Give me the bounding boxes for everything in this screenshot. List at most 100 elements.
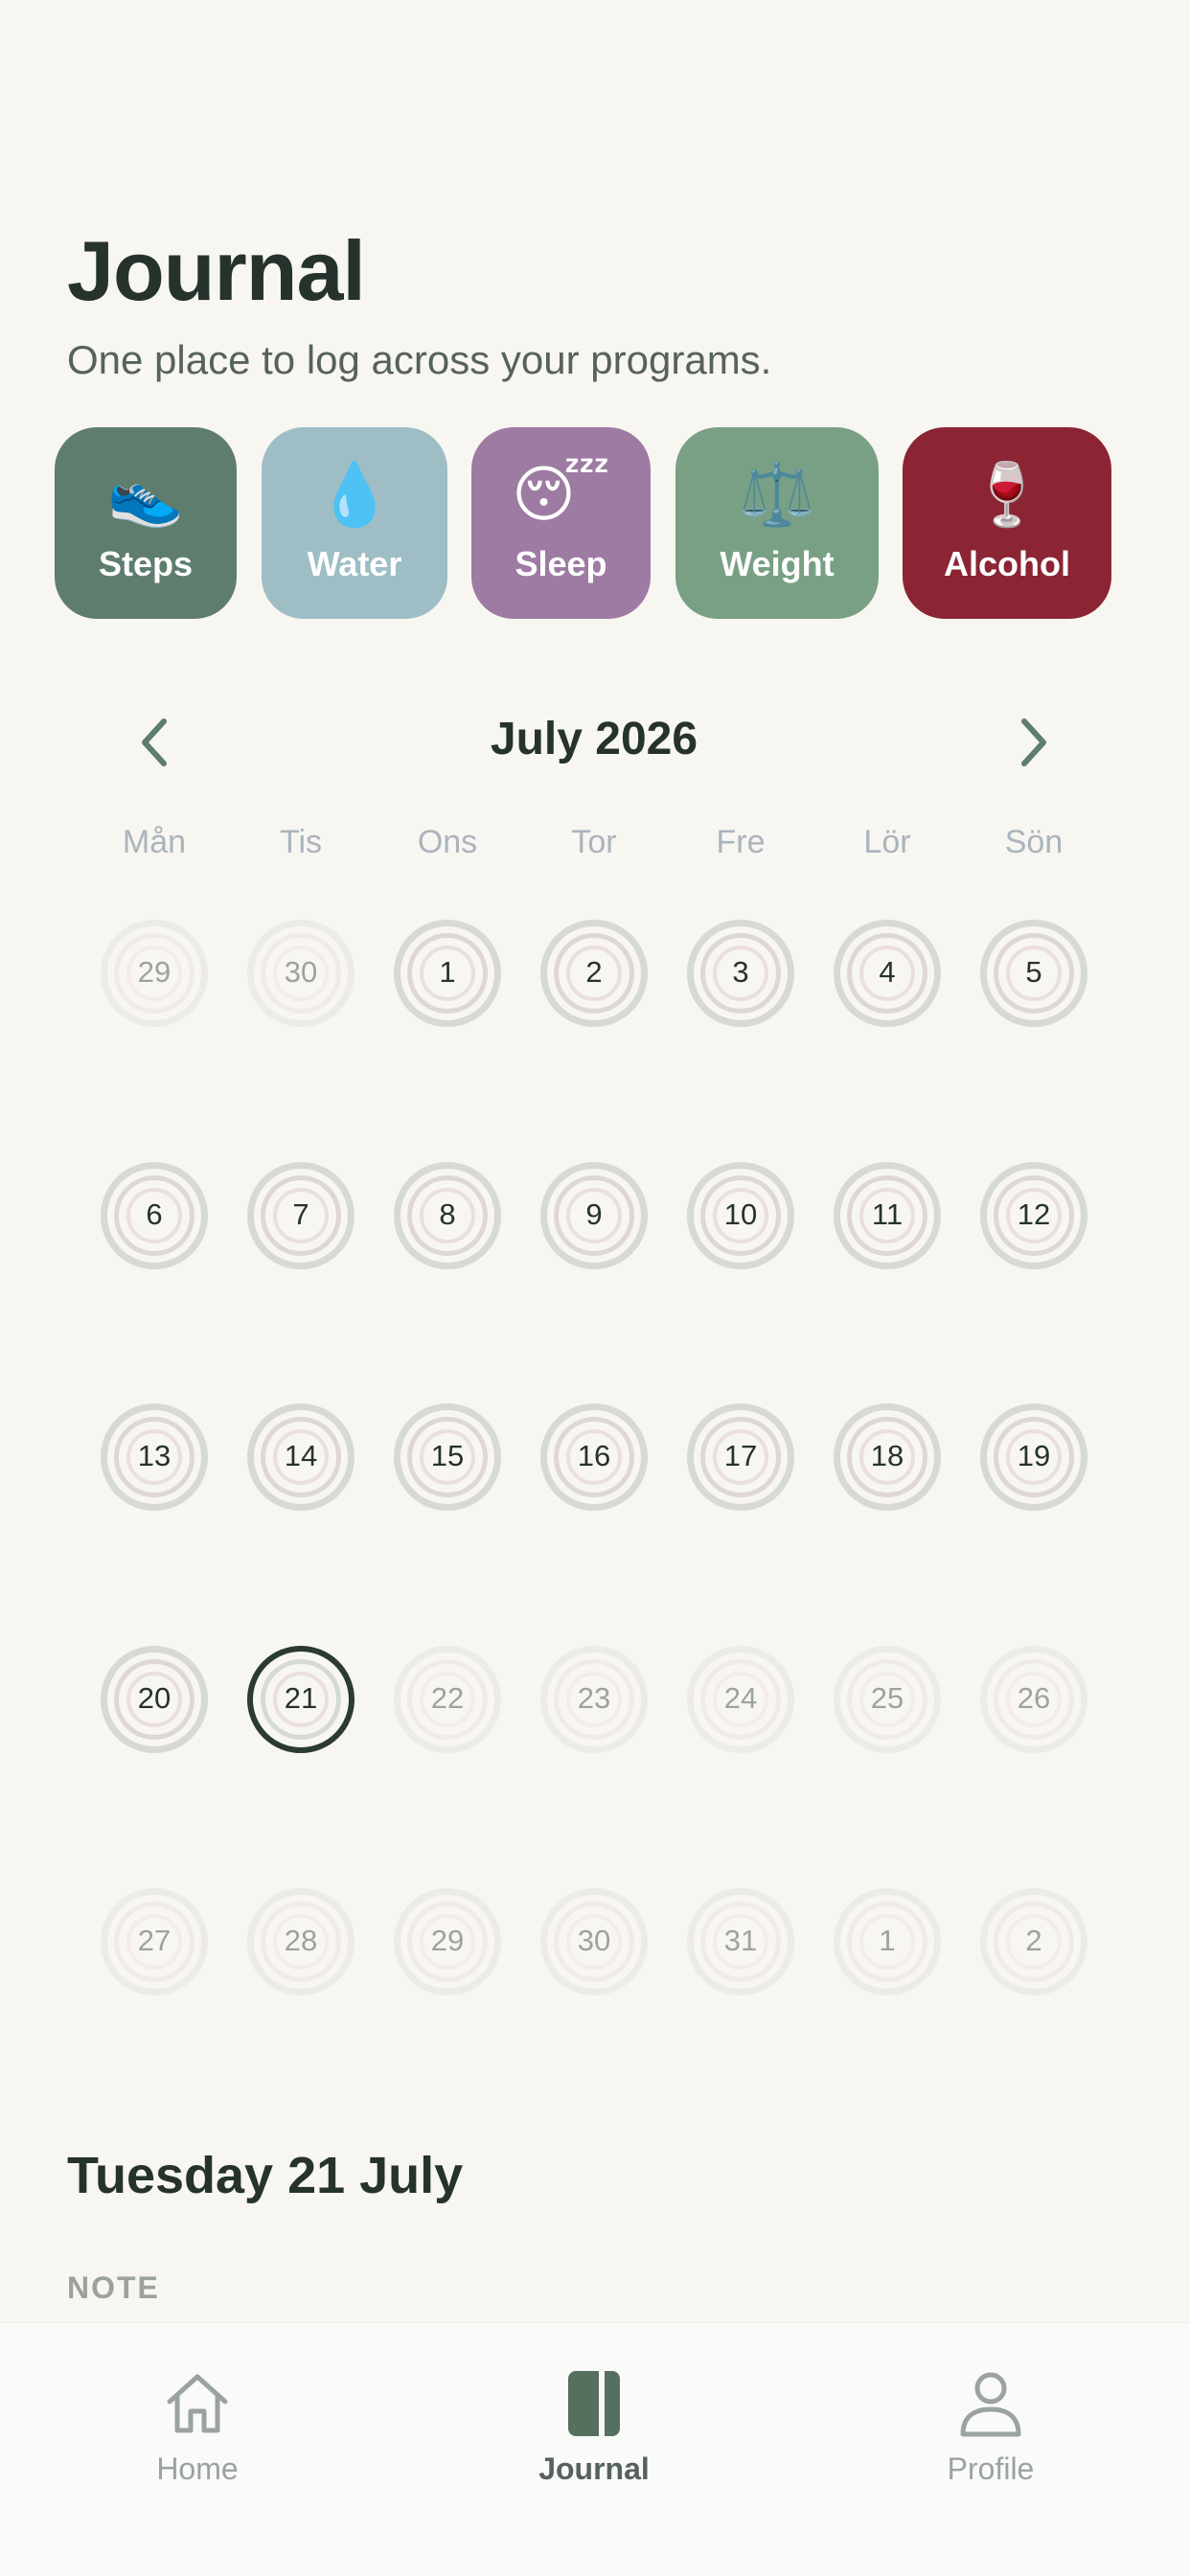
calendar-day[interactable]: 1 xyxy=(834,1888,941,1995)
tab-bar: Home Journal Profile xyxy=(0,2322,1190,2576)
calendar-day[interactable]: 11 xyxy=(834,1162,941,1269)
calendar-day[interactable]: 20 xyxy=(101,1646,208,1753)
calendar-day[interactable]: 24 xyxy=(687,1646,794,1753)
calendar-day[interactable]: 4 xyxy=(834,920,941,1027)
profile-icon xyxy=(960,2372,1021,2437)
tab-profile[interactable]: Profile xyxy=(847,2323,1134,2576)
weekday-label: Ons xyxy=(417,824,478,860)
day-number: 11 xyxy=(871,1197,904,1231)
program-chip-label: Sleep xyxy=(515,544,607,583)
day-number: 22 xyxy=(430,1681,465,1715)
day-number: 19 xyxy=(1017,1439,1051,1472)
calendar-day[interactable]: 29 xyxy=(101,920,208,1027)
calendar-day[interactable]: 15 xyxy=(394,1403,501,1511)
day-number: 1 xyxy=(439,955,456,989)
day-number: 8 xyxy=(439,1197,456,1231)
program-chip-label: Steps xyxy=(98,544,194,583)
calendar-day[interactable]: 23 xyxy=(540,1646,648,1753)
program-chip-label: Weight xyxy=(720,544,835,583)
day-number: 15 xyxy=(430,1439,465,1472)
calendar-day[interactable]: 3 xyxy=(687,920,794,1027)
calendar-day[interactable]: 29 xyxy=(394,1888,501,1995)
weekday-label: Tor xyxy=(571,824,617,860)
program-chip-label: Water xyxy=(307,544,402,583)
sneaker-icon: 👟 xyxy=(107,460,184,531)
calendar-day[interactable]: 25 xyxy=(834,1646,941,1753)
day-number: 17 xyxy=(723,1439,758,1472)
day-number: 28 xyxy=(284,1924,318,1957)
day-number: 2 xyxy=(585,955,603,989)
calendar-day[interactable]: 27 xyxy=(101,1888,208,1995)
tab-home[interactable]: Home xyxy=(54,2323,341,2576)
calendar-day[interactable]: 2 xyxy=(980,1888,1087,1995)
day-number: 5 xyxy=(1025,955,1042,989)
day-number: 30 xyxy=(284,955,318,989)
program-chip-alcohol[interactable]: 🍷 Alcohol xyxy=(903,427,1111,619)
tab-label: Home xyxy=(156,2451,239,2486)
calendar-day[interactable]: 1 xyxy=(394,920,501,1027)
day-number: 31 xyxy=(723,1924,758,1957)
day-number: 4 xyxy=(879,955,896,989)
program-chip-sleep[interactable]: 😴 Sleep xyxy=(471,427,651,619)
calendar-day[interactable]: 7 xyxy=(247,1162,355,1269)
calendar-day[interactable]: 18 xyxy=(834,1403,941,1511)
calendar-day[interactable]: 9 xyxy=(540,1162,648,1269)
home-icon xyxy=(167,2374,228,2433)
weekday-label: Mån xyxy=(122,824,187,860)
day-number: 7 xyxy=(292,1197,309,1231)
day-number: 24 xyxy=(723,1681,758,1715)
day-number: 3 xyxy=(732,955,749,989)
weekday-label: Lör xyxy=(863,824,911,860)
water-drop-icon: 💧 xyxy=(316,460,393,531)
next-month-button[interactable] xyxy=(991,699,1077,786)
calendar-day[interactable]: 26 xyxy=(980,1646,1087,1753)
calendar-day[interactable]: 17 xyxy=(687,1403,794,1511)
chevron-left-icon xyxy=(142,718,167,766)
calendar-header: July 2026 xyxy=(96,699,1092,786)
calendar-day[interactable]: 16 xyxy=(540,1403,648,1511)
day-number: 16 xyxy=(577,1439,611,1472)
program-chip-weight[interactable]: ⚖️ Weight xyxy=(675,427,879,619)
calendar-day-selected[interactable]: 21 xyxy=(247,1646,355,1753)
calendar-day[interactable]: 12 xyxy=(980,1162,1087,1269)
calendar-day[interactable]: 31 xyxy=(687,1888,794,1995)
day-number: 13 xyxy=(137,1439,172,1472)
weekday-label: Fre xyxy=(716,824,766,860)
day-number: 1 xyxy=(879,1924,896,1957)
tab-journal[interactable]: Journal xyxy=(450,2323,738,2576)
weekday-header: Mån Tis Ons Tor Fre Lör Sön xyxy=(96,824,1092,872)
weekday-label: Sön xyxy=(1004,824,1064,860)
calendar-day[interactable]: 30 xyxy=(247,920,355,1027)
day-number: 20 xyxy=(137,1681,172,1715)
day-number: 30 xyxy=(577,1924,611,1957)
calendar-day[interactable]: 14 xyxy=(247,1403,355,1511)
day-number: 2 xyxy=(1025,1924,1042,1957)
calendar-day[interactable]: 5 xyxy=(980,920,1087,1027)
day-number: 10 xyxy=(723,1197,758,1231)
day-number: 9 xyxy=(585,1197,603,1231)
note-label: NOTE xyxy=(67,2270,160,2305)
calendar-day[interactable]: 6 xyxy=(101,1162,208,1269)
previous-month-button[interactable] xyxy=(111,699,197,786)
calendar-day[interactable]: 8 xyxy=(394,1162,501,1269)
weekday-label: Tis xyxy=(279,824,323,860)
program-chip-water[interactable]: 💧 Water xyxy=(262,427,447,619)
calendar-day[interactable]: 22 xyxy=(394,1646,501,1753)
day-number: 12 xyxy=(1017,1197,1051,1231)
day-number: 6 xyxy=(146,1197,163,1231)
chevron-right-icon xyxy=(1021,718,1046,766)
day-number: 29 xyxy=(430,1924,465,1957)
calendar-day[interactable]: 13 xyxy=(101,1403,208,1511)
calendar-day[interactable]: 2 xyxy=(540,920,648,1027)
calendar-day[interactable]: 28 xyxy=(247,1888,355,1995)
calendar-day[interactable]: 10 xyxy=(687,1162,794,1269)
day-number: 27 xyxy=(137,1924,172,1957)
calendar-day[interactable]: 19 xyxy=(980,1403,1087,1511)
page-title: Journal xyxy=(67,223,366,318)
tab-label: Profile xyxy=(947,2451,1035,2486)
program-chip-steps[interactable]: 👟 Steps xyxy=(55,427,237,619)
page-subtitle: One place to log across your programs. xyxy=(67,337,772,382)
program-chips: 👟 Steps 💧 Water 😴 Sleep ⚖️ Weight 🍷 Alco… xyxy=(55,427,1137,619)
tab-label: Journal xyxy=(538,2451,650,2486)
calendar-day[interactable]: 30 xyxy=(540,1888,648,1995)
